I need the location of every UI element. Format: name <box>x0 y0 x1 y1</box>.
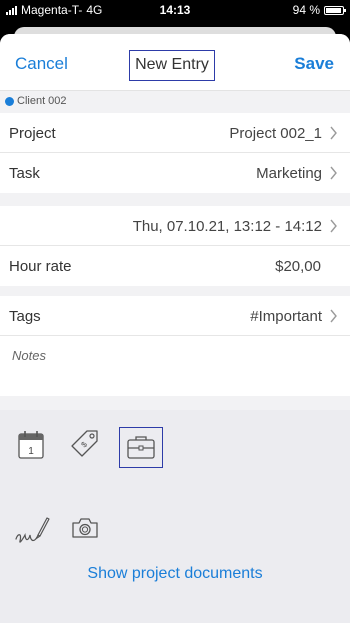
battery-percent: 94 % <box>292 3 320 17</box>
navigation-bar: Cancel New Entry Save <box>0 34 350 91</box>
project-value: Project 002_1 <box>229 125 322 142</box>
chevron-right-icon <box>330 309 337 323</box>
chevron-right-icon <box>330 126 337 140</box>
hour-rate-label: Hour rate <box>9 258 72 275</box>
tags-notes-group: Tags #Important Notes <box>0 296 350 396</box>
briefcase-icon <box>127 436 155 459</box>
new-entry-sheet: Cancel New Entry Save Client 002 Project… <box>0 34 350 623</box>
page-title: New Entry <box>129 50 215 81</box>
project-task-group: Project Project 002_1 Task Marketing <box>0 113 350 193</box>
camera-icon[interactable] <box>71 516 99 540</box>
signature-icon[interactable] <box>14 513 50 547</box>
notes-field[interactable]: Notes <box>0 336 350 396</box>
battery-icon <box>324 5 346 15</box>
cancel-button[interactable]: Cancel <box>15 54 68 74</box>
calendar-day: 1 <box>28 446 34 457</box>
client-name: Client 002 <box>17 95 67 107</box>
client-header[interactable]: Client 002 <box>0 91 350 112</box>
tags-value: #Important <box>250 308 322 325</box>
show-project-documents-link[interactable]: Show project documents <box>0 565 350 583</box>
chevron-right-icon <box>330 219 337 233</box>
task-value: Marketing <box>256 165 322 182</box>
hour-rate-value: $20,00 <box>275 258 321 275</box>
calendar-icon[interactable]: 1 <box>17 430 45 460</box>
tags-row[interactable]: Tags #Important <box>0 296 350 336</box>
tags-label: Tags <box>9 308 41 325</box>
task-label: Task <box>9 165 40 182</box>
time-rate-group: Thu, 07.10.21, 13:12 - 14:12 Hour rate $… <box>0 206 350 286</box>
save-button[interactable]: Save <box>294 54 334 74</box>
datetime-row[interactable]: Thu, 07.10.21, 13:12 - 14:12 <box>0 206 350 246</box>
status-bar: Magenta-T- 4G 14:13 94 % <box>0 0 350 20</box>
client-color-dot <box>5 97 14 106</box>
price-tag-icon[interactable]: $ <box>70 427 100 459</box>
datetime-value: Thu, 07.10.21, 13:12 - 14:12 <box>132 218 322 235</box>
notes-placeholder: Notes <box>12 348 46 363</box>
task-row[interactable]: Task Marketing <box>0 153 350 193</box>
project-label: Project <box>9 125 56 142</box>
hour-rate-row[interactable]: Hour rate $20,00 <box>0 246 350 286</box>
chevron-right-icon <box>330 166 337 180</box>
battery-info: 94 % <box>292 3 346 17</box>
project-row[interactable]: Project Project 002_1 <box>0 113 350 153</box>
svg-text:$: $ <box>79 440 89 450</box>
attachment-toolbar: 1 $ Show project documents <box>0 410 350 623</box>
